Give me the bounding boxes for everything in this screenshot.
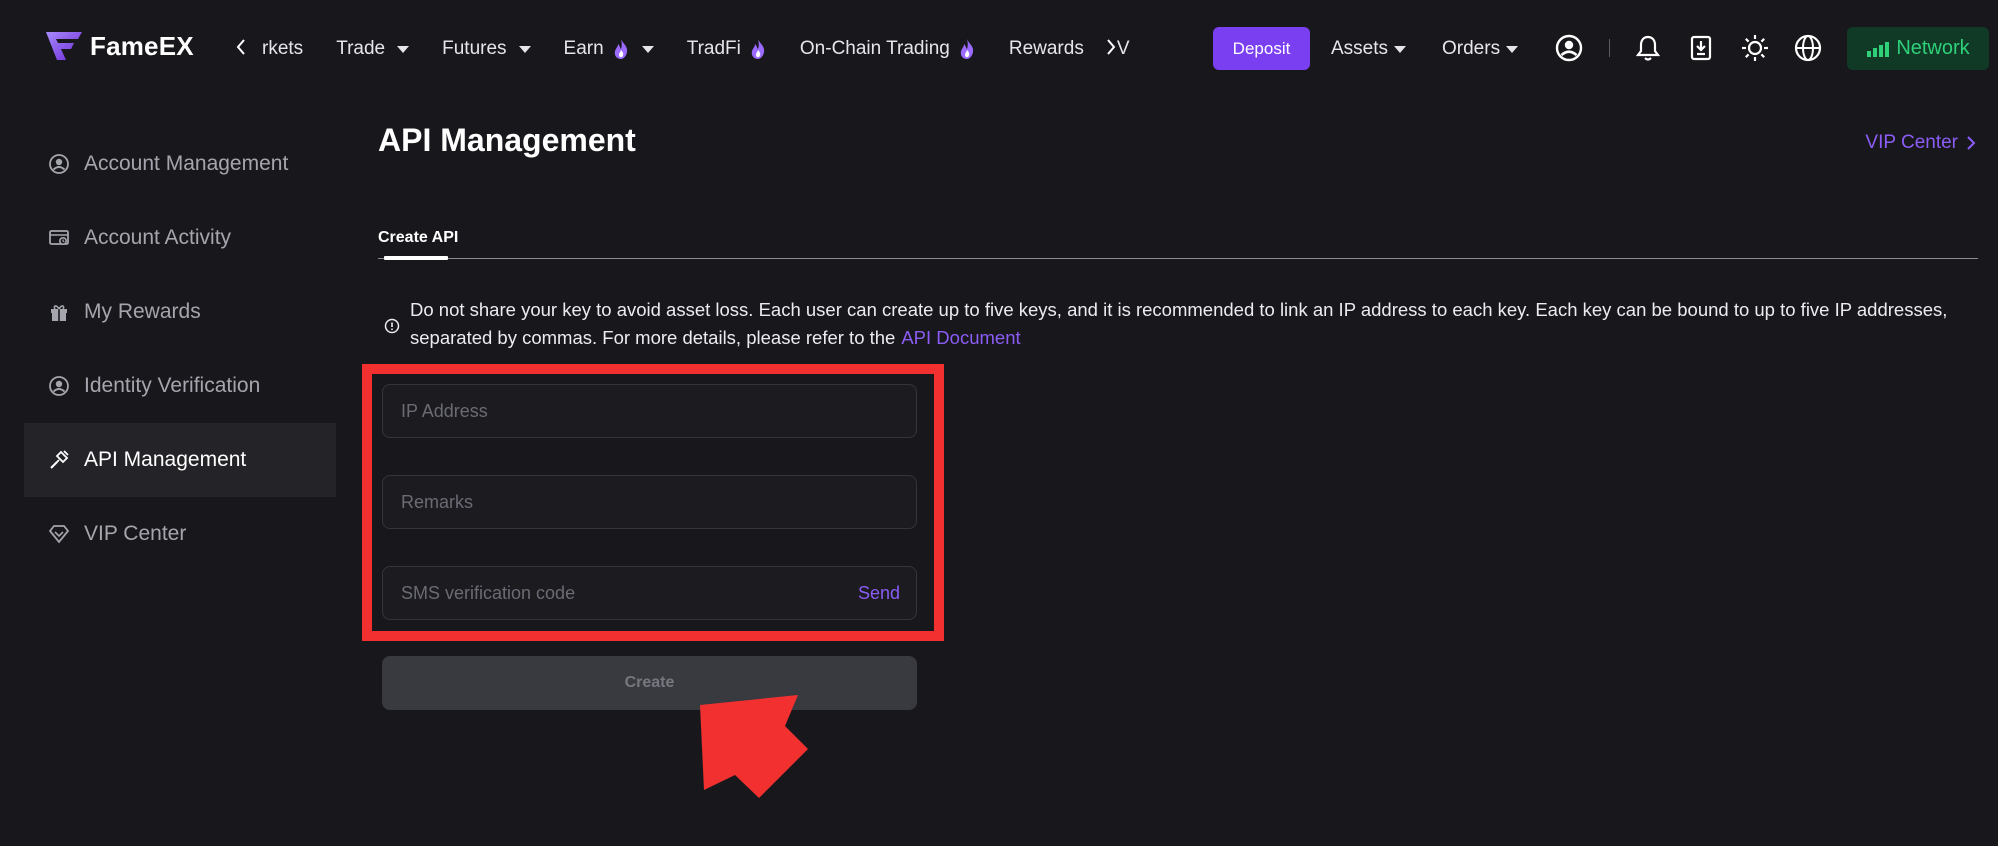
nav-item-trade[interactable]: Trade — [336, 37, 410, 60]
sidebar-item-label: Account Management — [84, 152, 289, 175]
nav-item-label: Futures — [442, 37, 507, 59]
network-status-button[interactable]: Network — [1847, 27, 1989, 70]
remarks-field[interactable] — [382, 475, 917, 529]
sidebar-item-identity-verification[interactable]: Identity Verification — [24, 349, 336, 423]
nav-item-earn[interactable]: Earn — [564, 38, 654, 60]
orders-label: Orders — [1442, 37, 1501, 59]
brand-name: FameEX — [90, 30, 194, 61]
nav-item-label: Rewards — [1008, 37, 1084, 59]
sidebar-item-label: API Management — [84, 448, 247, 471]
fameex-logo-icon — [46, 32, 82, 60]
sidebar: Account Management Account Activity My Rew… — [24, 127, 336, 571]
sidebar-item-account-management[interactable]: Account Management — [24, 127, 336, 201]
top-navigation: FameEX rkets Trade Futures Earn TradFi On-Cha… — [0, 0, 1998, 97]
nav-item-tradfi[interactable]: TradFi — [687, 38, 767, 60]
user-circle-icon — [48, 153, 70, 175]
theme-sun-icon[interactable] — [1739, 32, 1771, 64]
deposit-button[interactable]: Deposit — [1213, 27, 1310, 70]
api-document-link[interactable]: API Document — [901, 327, 1020, 348]
sms-code-field[interactable]: Send — [382, 566, 917, 620]
brand-logo[interactable]: FameEX — [44, 30, 194, 62]
nav-item-label: On-Chain Trading — [799, 37, 950, 59]
sidebar-item-my-rewards[interactable]: My Rewards — [24, 275, 336, 349]
tab-create-api[interactable]: Create API — [378, 229, 458, 247]
download-icon[interactable] — [1685, 32, 1717, 64]
bell-icon[interactable] — [1632, 32, 1664, 64]
nav-item-on-chain-trading[interactable]: On-Chain Trading — [800, 38, 976, 60]
nav-item-futures[interactable]: Futures — [442, 37, 531, 60]
vip-center-link[interactable]: VIP Center — [1865, 132, 1976, 154]
page-title: API Management — [378, 122, 636, 158]
sidebar-item-vip-center[interactable]: VIP Center — [24, 497, 336, 571]
tab-bar: Create API — [378, 227, 1978, 260]
info-icon — [384, 318, 400, 334]
send-code-button[interactable]: Send — [858, 583, 900, 604]
remarks-input[interactable] — [399, 490, 900, 514]
sidebar-item-api-management[interactable]: API Management — [24, 423, 336, 497]
sidebar-item-label: Account Activity — [84, 226, 232, 249]
notice-text: Do not share your key to avoid asset los… — [410, 299, 1948, 348]
assets-label: Assets — [1331, 37, 1389, 59]
user-profile-icon[interactable] — [1553, 32, 1585, 64]
nav-item-label: TradFi — [686, 37, 741, 59]
network-label: Network — [1896, 37, 1970, 59]
sidebar-item-label: VIP Center — [84, 522, 187, 545]
chevron-down-icon — [518, 46, 531, 53]
header-divider — [1609, 39, 1610, 57]
nav-item-label: rkets — [262, 37, 304, 59]
sidebar-item-label: My Rewards — [84, 300, 201, 323]
nav-scroll-left-icon[interactable] — [230, 36, 252, 58]
sidebar-item-account-activity[interactable]: Account Activity — [24, 201, 336, 275]
sidebar-item-label: Identity Verification — [84, 374, 261, 397]
chevron-down-icon — [1394, 46, 1407, 53]
id-verify-icon — [48, 375, 70, 397]
diamond-icon — [48, 523, 70, 545]
flame-icon — [751, 38, 765, 59]
vip-center-label: VIP Center — [1865, 132, 1958, 153]
flame-icon — [960, 38, 973, 59]
nav-item-rewards[interactable]: Rewards — [1009, 38, 1084, 60]
gift-icon — [48, 301, 70, 323]
active-tab-indicator — [384, 256, 448, 260]
create-api-button[interactable]: Create — [382, 656, 917, 710]
nav-item-label: Earn — [563, 37, 604, 59]
chevron-down-icon — [1506, 46, 1519, 53]
api-notice: Do not share your key to avoid asset los… — [384, 296, 1954, 352]
globe-icon[interactable] — [1792, 32, 1824, 64]
chevron-down-icon — [641, 46, 654, 53]
api-plug-icon — [48, 449, 70, 471]
main-nav: rkets Trade Futures Earn TradFi On-Chain Trad… — [262, 0, 1163, 97]
ip-address-input[interactable] — [399, 399, 900, 423]
nav-item-label: Trade — [336, 37, 386, 59]
flame-icon — [614, 38, 627, 59]
signal-bars-icon — [1867, 41, 1890, 57]
nav-scroll-right-icon[interactable] — [1100, 36, 1122, 58]
pointer-arrow-annotation — [700, 695, 808, 798]
activity-icon — [48, 227, 70, 249]
sms-code-input[interactable] — [399, 581, 858, 605]
nav-item-rkets[interactable]: rkets — [262, 38, 303, 60]
orders-menu[interactable]: Orders — [1442, 0, 1519, 97]
chevron-down-icon — [397, 46, 410, 53]
ip-address-field[interactable] — [382, 384, 917, 438]
notice-body: Do not share your key to avoid asset los… — [410, 296, 1954, 352]
chevron-right-icon — [1967, 136, 1976, 150]
assets-menu[interactable]: Assets — [1331, 0, 1407, 97]
